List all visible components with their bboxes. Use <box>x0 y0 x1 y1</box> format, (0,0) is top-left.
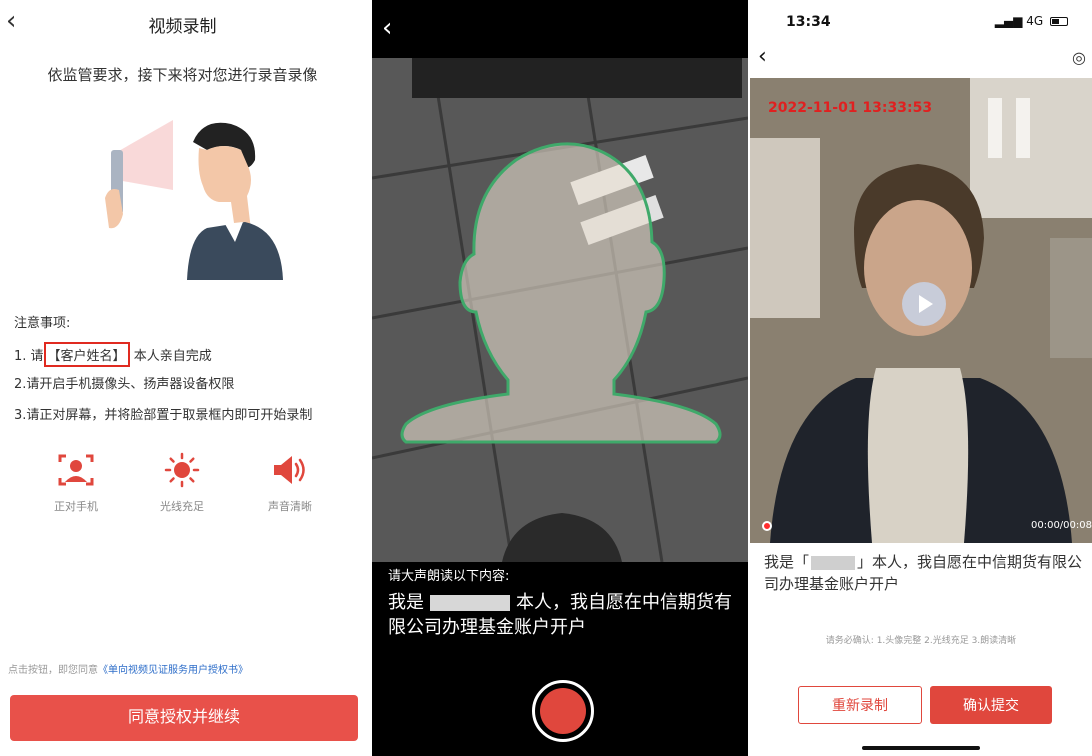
feature-label: 正对手机 <box>54 500 98 513</box>
face-frame-icon <box>58 454 94 486</box>
redacted-name <box>811 555 856 570</box>
feature-light: 光线充足 <box>132 452 232 514</box>
note-item-2: 2.请开启手机摄像头、扬声器设备权限 <box>14 377 235 392</box>
page-title: 视频录制 <box>148 17 217 37</box>
rerecord-button[interactable]: 重新录制 <box>798 686 922 724</box>
record-button[interactable] <box>532 680 594 742</box>
battery-icon <box>1050 17 1068 26</box>
read-text-prefix: 我是「 <box>764 553 810 571</box>
feature-label: 光线充足 <box>160 500 204 513</box>
video-timestamp: 2022-11-01 13:33:53 <box>768 100 933 116</box>
page-subtitle: 依监管要求，接下来将对您进行录音录像 <box>47 66 318 84</box>
customer-name-placeholder: 【客户姓名】 <box>43 342 130 367</box>
read-aloud-label: 请大声朗读以下内容: <box>388 569 510 584</box>
agree-continue-button[interactable]: 同意授权并继续 <box>10 695 358 741</box>
read-text-prefix: 我是 <box>388 592 424 613</box>
progress-handle[interactable] <box>762 521 772 531</box>
status-indicators: ▂▄▆ 4G <box>995 14 1068 28</box>
authorization-link[interactable]: 《单向视频见证服务用户授权书》 <box>98 665 248 676</box>
chevron-left-icon[interactable]: ‹ <box>758 46 767 68</box>
feature-label: 声音清晰 <box>268 500 312 513</box>
read-aloud-text: 我是「 」本人，我自愿在中信期货有限公司办理基金账户开户 <box>764 551 1086 595</box>
speaker-icon <box>274 456 305 484</box>
video-duration: 00:00/00:08 <box>1030 520 1092 531</box>
top-bar: ‹ <box>372 0 748 58</box>
signal-icon: ▂▄▆ <box>994 14 1023 28</box>
home-indicator[interactable] <box>862 746 980 750</box>
note-item-1-prefix: 1. 请 <box>14 349 44 364</box>
headset-icon[interactable]: ◎ <box>1072 48 1086 67</box>
sun-icon <box>164 452 200 488</box>
note-item-3: 3.请正对屏幕，并将脸部置于取景框内即可开始录制 <box>14 408 313 423</box>
notes-heading: 注意事项: <box>14 316 71 331</box>
recording-screen: ‹ 请大声朗读以下内容: 我是 本人，我自愿在中信期货有限公司办理基金账户开户 <box>372 0 748 756</box>
play-icon[interactable] <box>902 282 946 326</box>
consent-text: 点击按钮，即您同意《单向视频见证服务用户授权书》 <box>8 661 248 676</box>
note-item-1-suffix: 本人亲自完成 <box>133 349 212 364</box>
recorded-video-player[interactable]: 2022-11-01 13:33:53 00:00/00:08 <box>750 78 1092 543</box>
review-screen: 13:34 ▂▄▆ 4G ‹ ◎ 2022-11-01 13:33:53 00:… <box>750 0 1092 756</box>
network-type: 4G <box>1026 14 1044 28</box>
camera-viewfinder <box>372 58 748 562</box>
consent-prefix: 点击按钮，即您同意 <box>8 665 98 676</box>
status-time: 13:34 <box>786 14 831 30</box>
feature-face-phone: 正对手机 <box>26 452 126 514</box>
read-aloud-text: 我是 本人，我自愿在中信期货有限公司办理基金账户开户 <box>388 590 738 640</box>
redacted-name <box>430 595 510 611</box>
phone-face-illustration-icon <box>105 120 283 280</box>
feature-sound: 声音清晰 <box>240 452 340 514</box>
intro-screen: ‹ 视频录制 依监管要求，接下来将对您进行录音录像 注意事项: 1. 请【客户姓… <box>0 0 365 756</box>
confirm-submit-button[interactable]: 确认提交 <box>930 686 1052 724</box>
record-icon <box>540 688 586 734</box>
confirm-note: 请务必确认: 1.头像完整 2.光线充足 3.朗读清晰 <box>825 636 1017 646</box>
note-item-1: 1. 请【客户姓名】 本人亲自完成 <box>14 342 212 367</box>
chevron-left-icon[interactable]: ‹ <box>382 15 392 41</box>
face-outline-frame-icon <box>400 142 722 444</box>
